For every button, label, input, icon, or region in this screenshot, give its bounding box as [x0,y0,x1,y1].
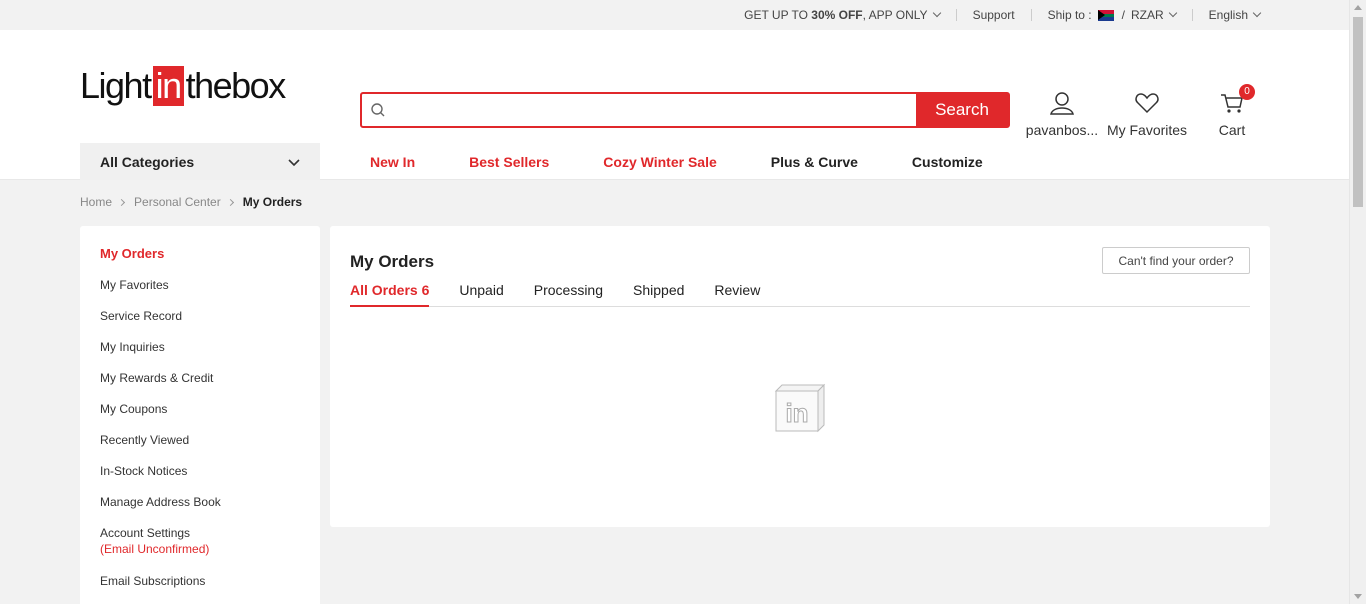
all-categories-label: All Categories [100,153,195,170]
promo-prefix: GET UP TO [744,8,812,22]
order-tabs: All Orders 6 Unpaid Processing Shipped R… [350,282,1250,307]
logo-text-in: in [152,66,184,106]
chevron-right-icon [226,198,234,206]
south-africa-flag-icon [1097,9,1114,21]
sidebar-item-my-orders[interactable]: My Orders [80,246,320,277]
account-settings-label: Account Settings [100,526,191,540]
nav-plus-curve[interactable]: Plus & Curve [771,154,858,170]
breadcrumb-home[interactable]: Home [80,195,112,209]
breadcrumb-personal-center[interactable]: Personal Center [134,195,221,209]
support-label: Support [972,8,1015,22]
orders-panel: My Orders Can't find your order? All Ord… [330,226,1270,527]
logo-text-thebox: thebox [185,65,287,106]
sidebar-item-my-inquiries[interactable]: My Inquiries [80,339,320,370]
nav-customize[interactable]: Customize [912,154,983,170]
divider [1030,9,1032,21]
tab-all-orders[interactable]: All Orders 6 [350,282,430,307]
support-link[interactable]: Support [965,8,1023,22]
logo-text-light: Light [80,65,152,106]
currency-separator: / [1121,8,1125,22]
tab-shipped[interactable]: Shipped [633,282,684,307]
search-bar: Search [360,92,1010,128]
empty-icon-text: in [785,398,808,428]
scroll-thumb[interactable] [1353,17,1363,207]
sidebar-item-service-record[interactable]: Service Record [80,308,320,339]
cart-count-badge: 0 [1239,84,1255,100]
sidebar-item-email-subscriptions[interactable]: Email Subscriptions [80,573,320,604]
all-categories-dropdown[interactable]: All Categories [80,143,320,180]
promo-suffix: , APP ONLY [862,8,928,22]
scroll-down-arrow-icon[interactable] [1354,594,1362,599]
main-nav: New In Best Sellers Cozy Winter Sale Plu… [370,143,1037,180]
sidebar-item-rewards-credit[interactable]: My Rewards & Credit [80,370,320,401]
divider [1191,9,1193,21]
account-label: pavanbos... [1025,122,1099,138]
account-sidebar: My Orders My Favorites Service Record My… [80,226,320,604]
ship-to-label: Ship to : [1047,8,1092,22]
chevron-down-icon [288,154,300,170]
heart-icon [1134,93,1160,119]
search-icon [362,94,394,126]
language-label: English [1208,8,1248,22]
sidebar-item-recently-viewed[interactable]: Recently Viewed [80,432,320,463]
tab-processing[interactable]: Processing [534,282,603,307]
site-logo[interactable]: Light in thebox [80,65,287,106]
ship-to-selector[interactable]: Ship to : / RZAR [1040,8,1184,22]
sidebar-item-account-settings[interactable]: Account Settings (Email Unconfirmed) [80,525,320,573]
favorites-button[interactable]: My Favorites [1106,90,1188,138]
cant-find-order-button[interactable]: Can't find your order? [1102,247,1250,274]
page-scrollbar[interactable] [1349,0,1366,604]
sidebar-item-my-coupons[interactable]: My Coupons [80,401,320,432]
sidebar-item-my-favorites[interactable]: My Favorites [80,277,320,308]
divider [955,9,957,21]
scroll-up-arrow-icon[interactable] [1354,5,1362,10]
email-unconfirmed-notice: (Email Unconfirmed) [100,542,210,556]
tab-review[interactable]: Review [714,282,760,307]
chevron-down-icon [932,8,941,18]
search-button[interactable]: Search [916,94,1008,126]
promo-discount: 30% OFF [811,8,863,22]
breadcrumb-current: My Orders [242,195,303,209]
nav-new-in[interactable]: New In [370,154,415,170]
top-bar: GET UP TO 30% OFF , APP ONLY Support Shi… [0,0,1366,30]
user-icon [1049,92,1075,119]
breadcrumb: Home Personal Center My Orders [80,195,302,209]
sidebar-item-in-stock-notices[interactable]: In-Stock Notices [80,463,320,494]
nav-best-sellers[interactable]: Best Sellers [469,154,549,170]
chevron-right-icon [117,198,126,206]
cart-button[interactable]: 0 Cart [1214,84,1255,138]
cart-icon: 0 [1219,84,1255,119]
chevron-down-icon [1252,8,1262,18]
empty-box-icon: in [772,381,826,438]
search-input[interactable] [394,94,916,126]
nav-cozy-winter-sale[interactable]: Cozy Winter Sale [603,154,716,170]
tab-unpaid[interactable]: Unpaid [459,282,503,307]
currency-label: RZAR [1130,8,1164,22]
page-title: My Orders [350,252,435,271]
app-promo-link[interactable]: GET UP TO 30% OFF , APP ONLY [736,8,947,22]
sidebar-item-address-book[interactable]: Manage Address Book [80,494,320,525]
favorites-label: My Favorites [1106,122,1188,138]
chevron-down-icon [1168,8,1177,18]
cart-label: Cart [1218,122,1246,138]
site-header: Light in thebox Search pavanbos... My Favo… [0,30,1366,180]
account-button[interactable]: pavanbos... [1025,90,1099,138]
language-selector[interactable]: English [1201,8,1268,22]
